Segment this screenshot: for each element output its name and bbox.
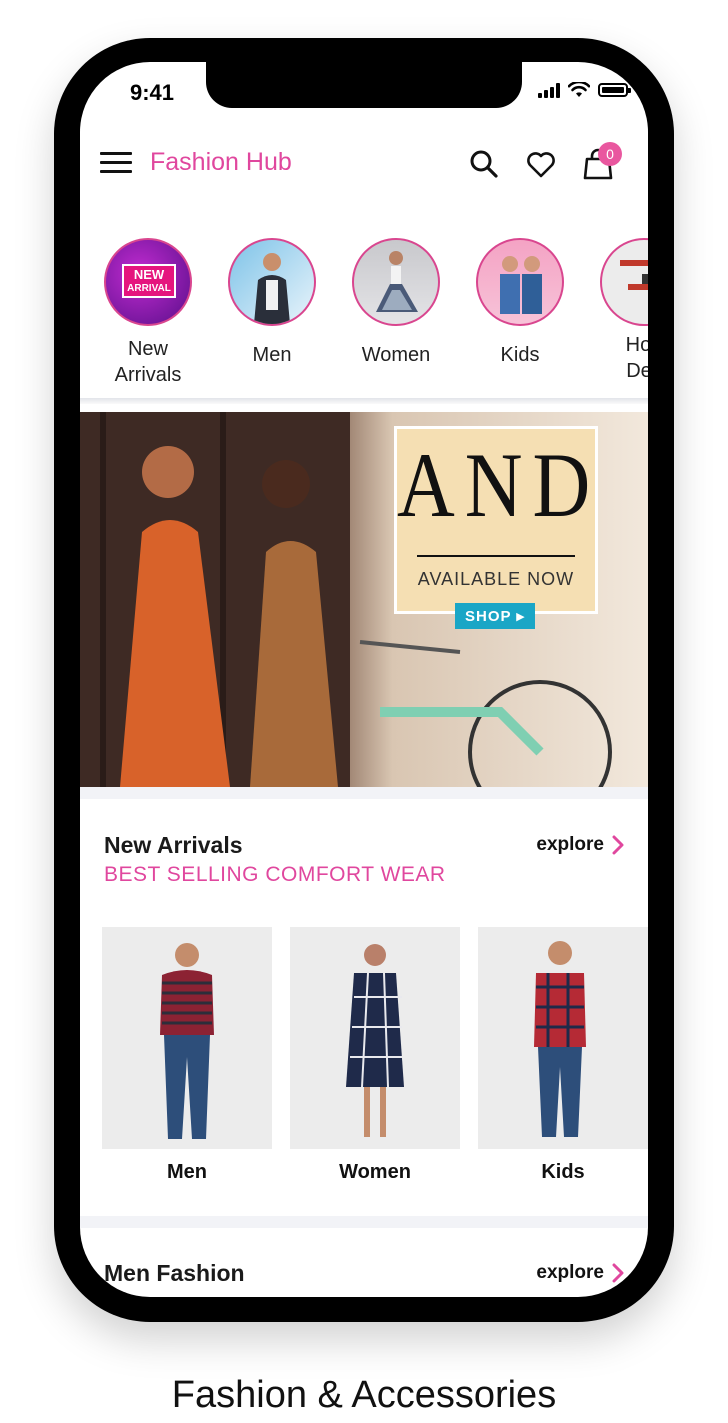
- new-arrivals-title: New Arrivals: [104, 832, 243, 858]
- men-fashion-title: Men Fashion: [104, 1260, 245, 1286]
- product-label: Women: [339, 1161, 411, 1183]
- product-label: Kids: [541, 1161, 585, 1183]
- divider-line: [417, 555, 575, 557]
- new-arrivals-subtitle: BEST SELLING COMFORT WEAR: [104, 863, 446, 886]
- status-time: 9:41: [130, 80, 175, 105]
- app-title: Fashion Hub: [150, 148, 292, 176]
- new-arrivals-products: Men Women Kids: [102, 927, 648, 1187]
- menu-icon[interactable]: [100, 152, 132, 174]
- product-card-kids[interactable]: Kids: [478, 927, 648, 1184]
- battery-icon: [598, 83, 631, 97]
- promo-banner[interactable]: AND AVAILABLE NOW SHOP ▸: [80, 412, 648, 787]
- category-label: Men: [252, 344, 292, 366]
- app-bar: Fashion Hub 0: [80, 124, 648, 194]
- page-caption: Fashion & Accessories: [171, 1374, 557, 1416]
- chevron-right-icon: [612, 1263, 624, 1283]
- men-thumbnail: [228, 238, 316, 326]
- category-label: Women: [361, 344, 431, 366]
- divider: [80, 398, 648, 404]
- brand-logo: AND: [397, 435, 601, 537]
- product-image: [290, 927, 460, 1149]
- home-decor-thumbnail: [600, 238, 648, 326]
- heart-icon[interactable]: [521, 144, 561, 184]
- category-row: NEW ARRIVAL New Arrivals Men Women Kids …: [80, 238, 648, 398]
- search-icon[interactable]: [464, 144, 504, 184]
- product-label: Men: [167, 1161, 207, 1183]
- category-label: Hon Dec: [625, 334, 648, 382]
- ad-card: AND AVAILABLE NOW SHOP ▸: [394, 426, 601, 629]
- status-icons: [538, 82, 631, 98]
- explore-label: explore: [536, 1262, 604, 1283]
- kids-thumbnail: [476, 238, 564, 326]
- product-card-women[interactable]: Women: [290, 927, 460, 1184]
- category-label: Kids: [500, 344, 540, 366]
- women-thumbnail: [352, 238, 440, 326]
- signal-icon: [538, 82, 560, 98]
- section-separator: [80, 787, 648, 799]
- product-card-men[interactable]: Men: [102, 927, 272, 1184]
- explore-new-arrivals-link[interactable]: explore: [536, 834, 624, 856]
- cart-count-badge: 0: [598, 142, 622, 166]
- explore-label: explore: [536, 834, 604, 855]
- shop-button[interactable]: SHOP ▸: [455, 603, 535, 629]
- category-kids[interactable]: Kids: [458, 238, 582, 368]
- cart-button[interactable]: 0: [578, 142, 622, 184]
- banner-tagline: AVAILABLE NOW: [417, 569, 575, 589]
- category-men[interactable]: Men: [210, 238, 334, 368]
- app-screen: 9:41 Fashion Hub 0 NEW ARRIVAL New Arriv…: [80, 62, 648, 1297]
- new-arrivals-thumbnail: NEW ARRIVAL: [104, 238, 192, 326]
- wifi-icon: [568, 82, 590, 97]
- chevron-right-icon: [612, 835, 624, 855]
- notch: [206, 62, 522, 108]
- product-image: [478, 927, 648, 1149]
- category-home-decor[interactable]: Hon Dec: [582, 238, 648, 384]
- category-label: New Arrivals: [114, 338, 182, 386]
- explore-men-fashion-link[interactable]: explore: [536, 1262, 624, 1284]
- category-new-arrivals[interactable]: NEW ARRIVAL New Arrivals: [86, 238, 210, 388]
- category-women[interactable]: Women: [334, 238, 458, 368]
- product-image: [102, 927, 272, 1149]
- section-separator: [80, 1216, 648, 1228]
- new-arrival-badge: NEW ARRIVAL: [122, 264, 176, 298]
